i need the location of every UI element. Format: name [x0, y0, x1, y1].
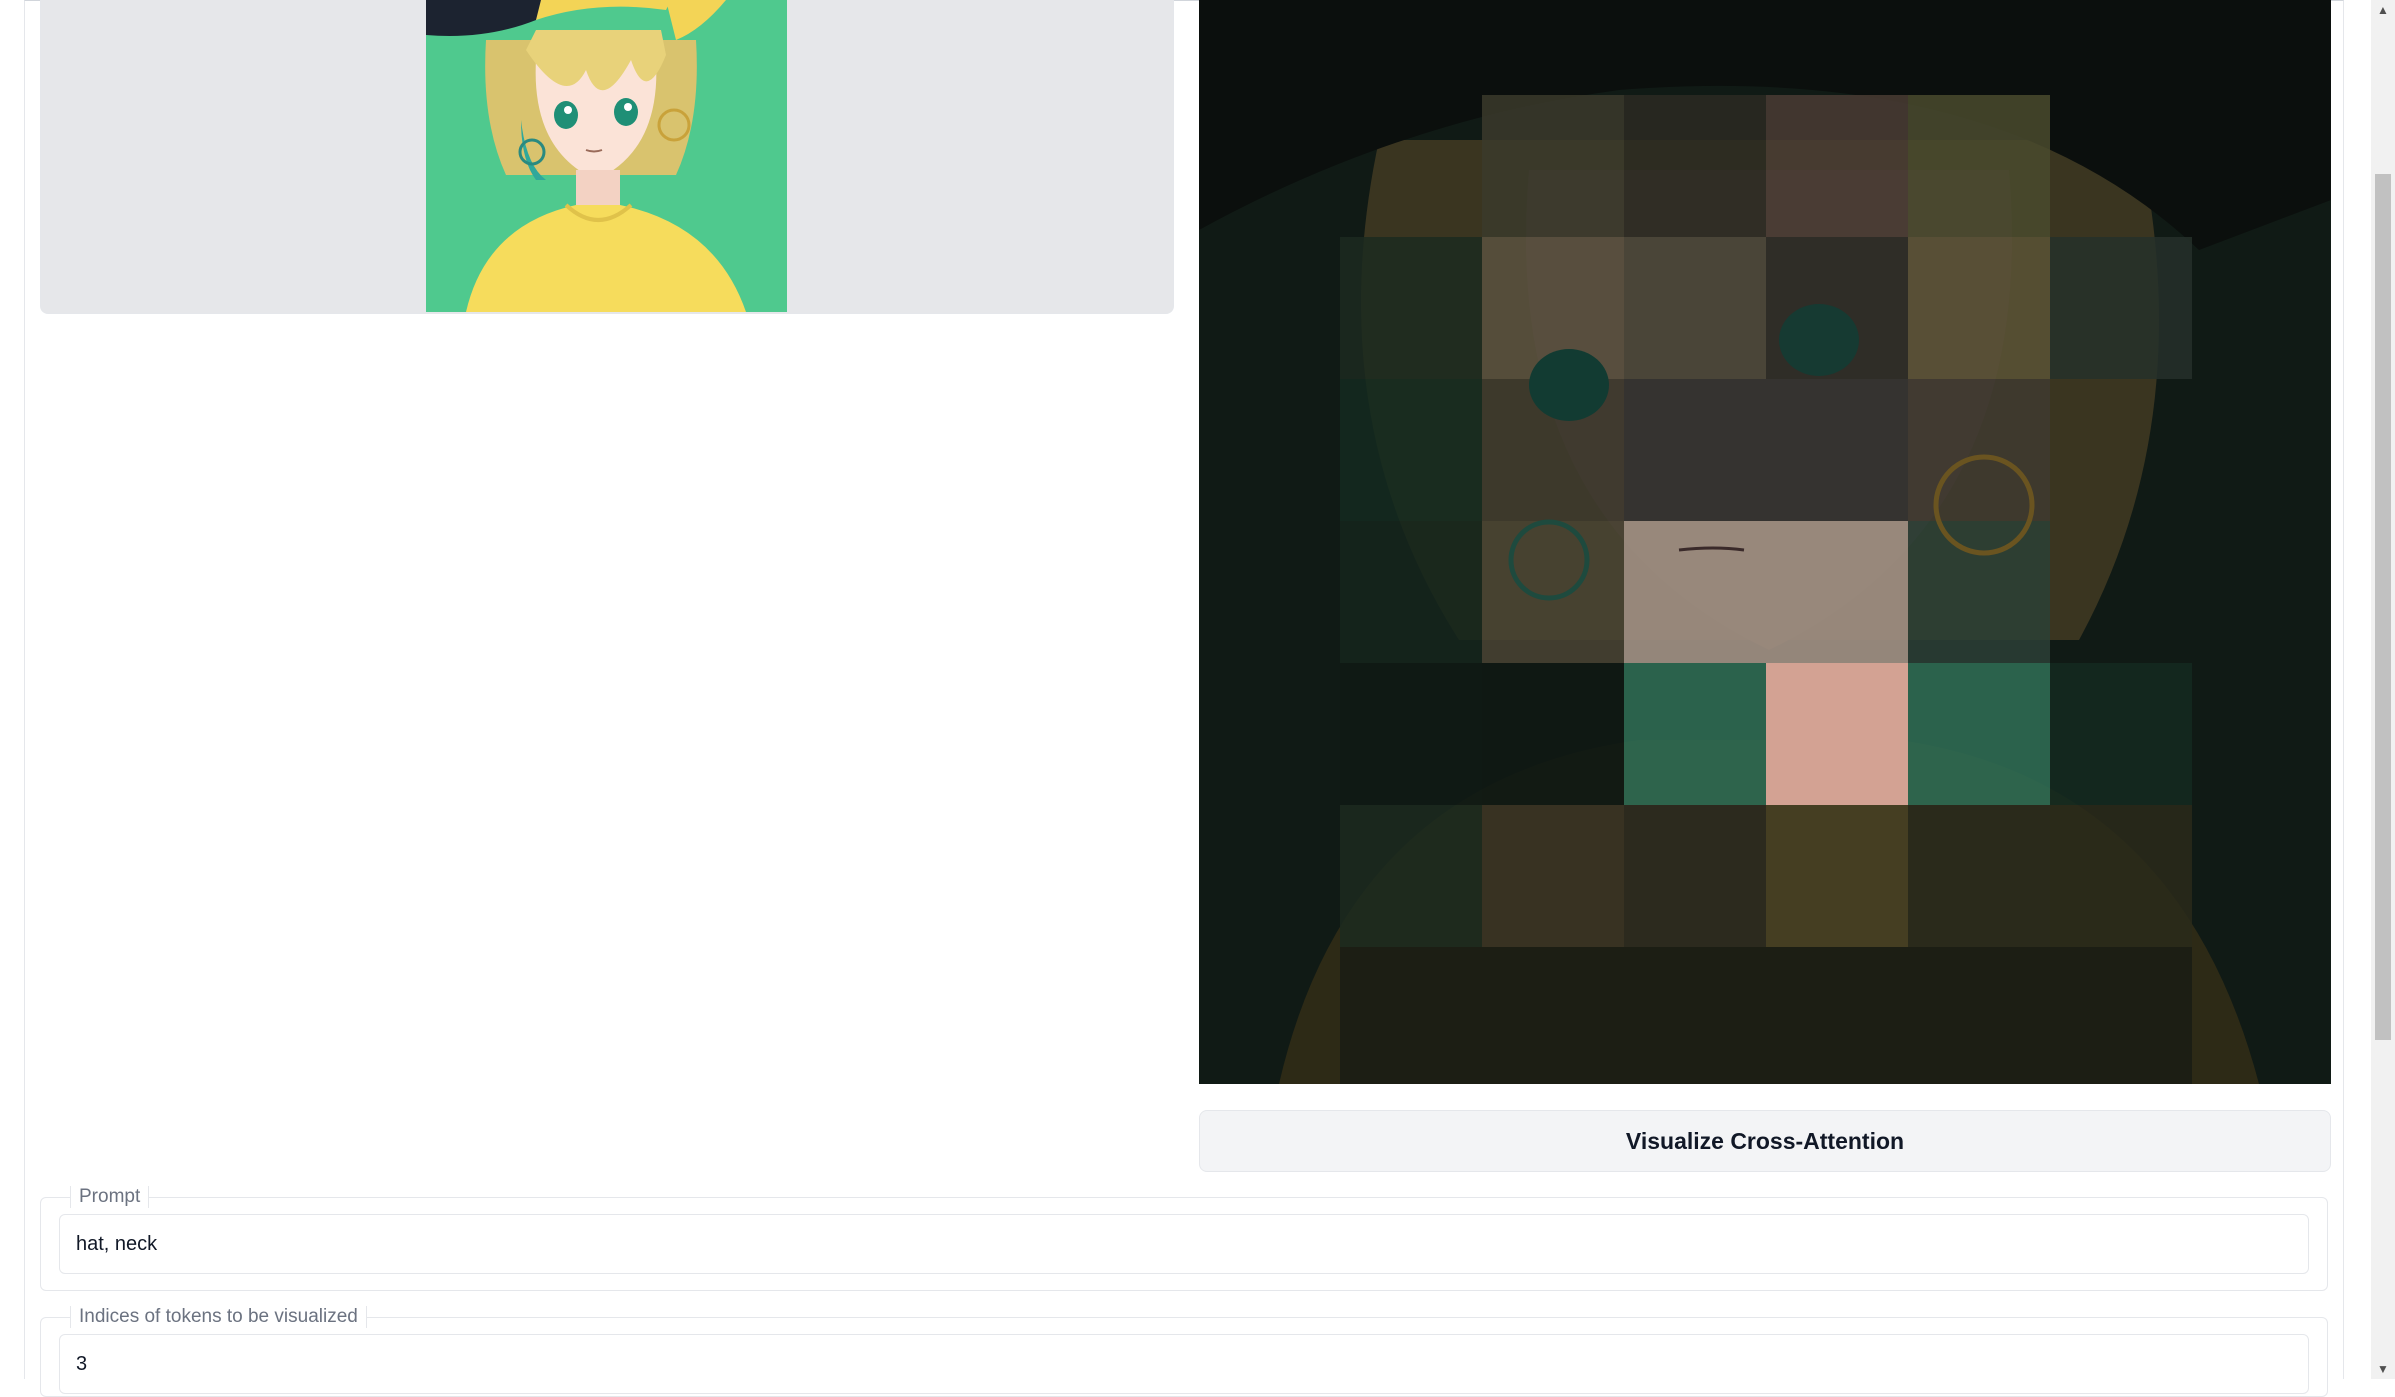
input-image[interactable] [426, 0, 787, 312]
input-image-panel [40, 0, 1174, 314]
indices-input[interactable]: 3 [59, 1334, 2309, 1394]
prompt-field-block: Prompt hat, neck [40, 1186, 2328, 1291]
indices-field-block: Indices of tokens to be visualized 3 [40, 1306, 2328, 1397]
scroll-down-icon[interactable]: ▼ [2371, 1359, 2395, 1379]
attention-heatmap-image[interactable] [1199, 0, 2331, 1084]
prompt-input[interactable]: hat, neck [59, 1214, 2309, 1274]
scrollbar[interactable]: ▲ ▼ [2371, 0, 2395, 1379]
prompt-label: Prompt [70, 1186, 150, 1208]
indices-label: Indices of tokens to be visualized [70, 1306, 367, 1328]
visualize-cross-attention-button[interactable]: Visualize Cross-Attention [1199, 1110, 2331, 1172]
scroll-up-icon[interactable]: ▲ [2371, 0, 2395, 20]
scroll-thumb[interactable] [2375, 174, 2391, 1040]
